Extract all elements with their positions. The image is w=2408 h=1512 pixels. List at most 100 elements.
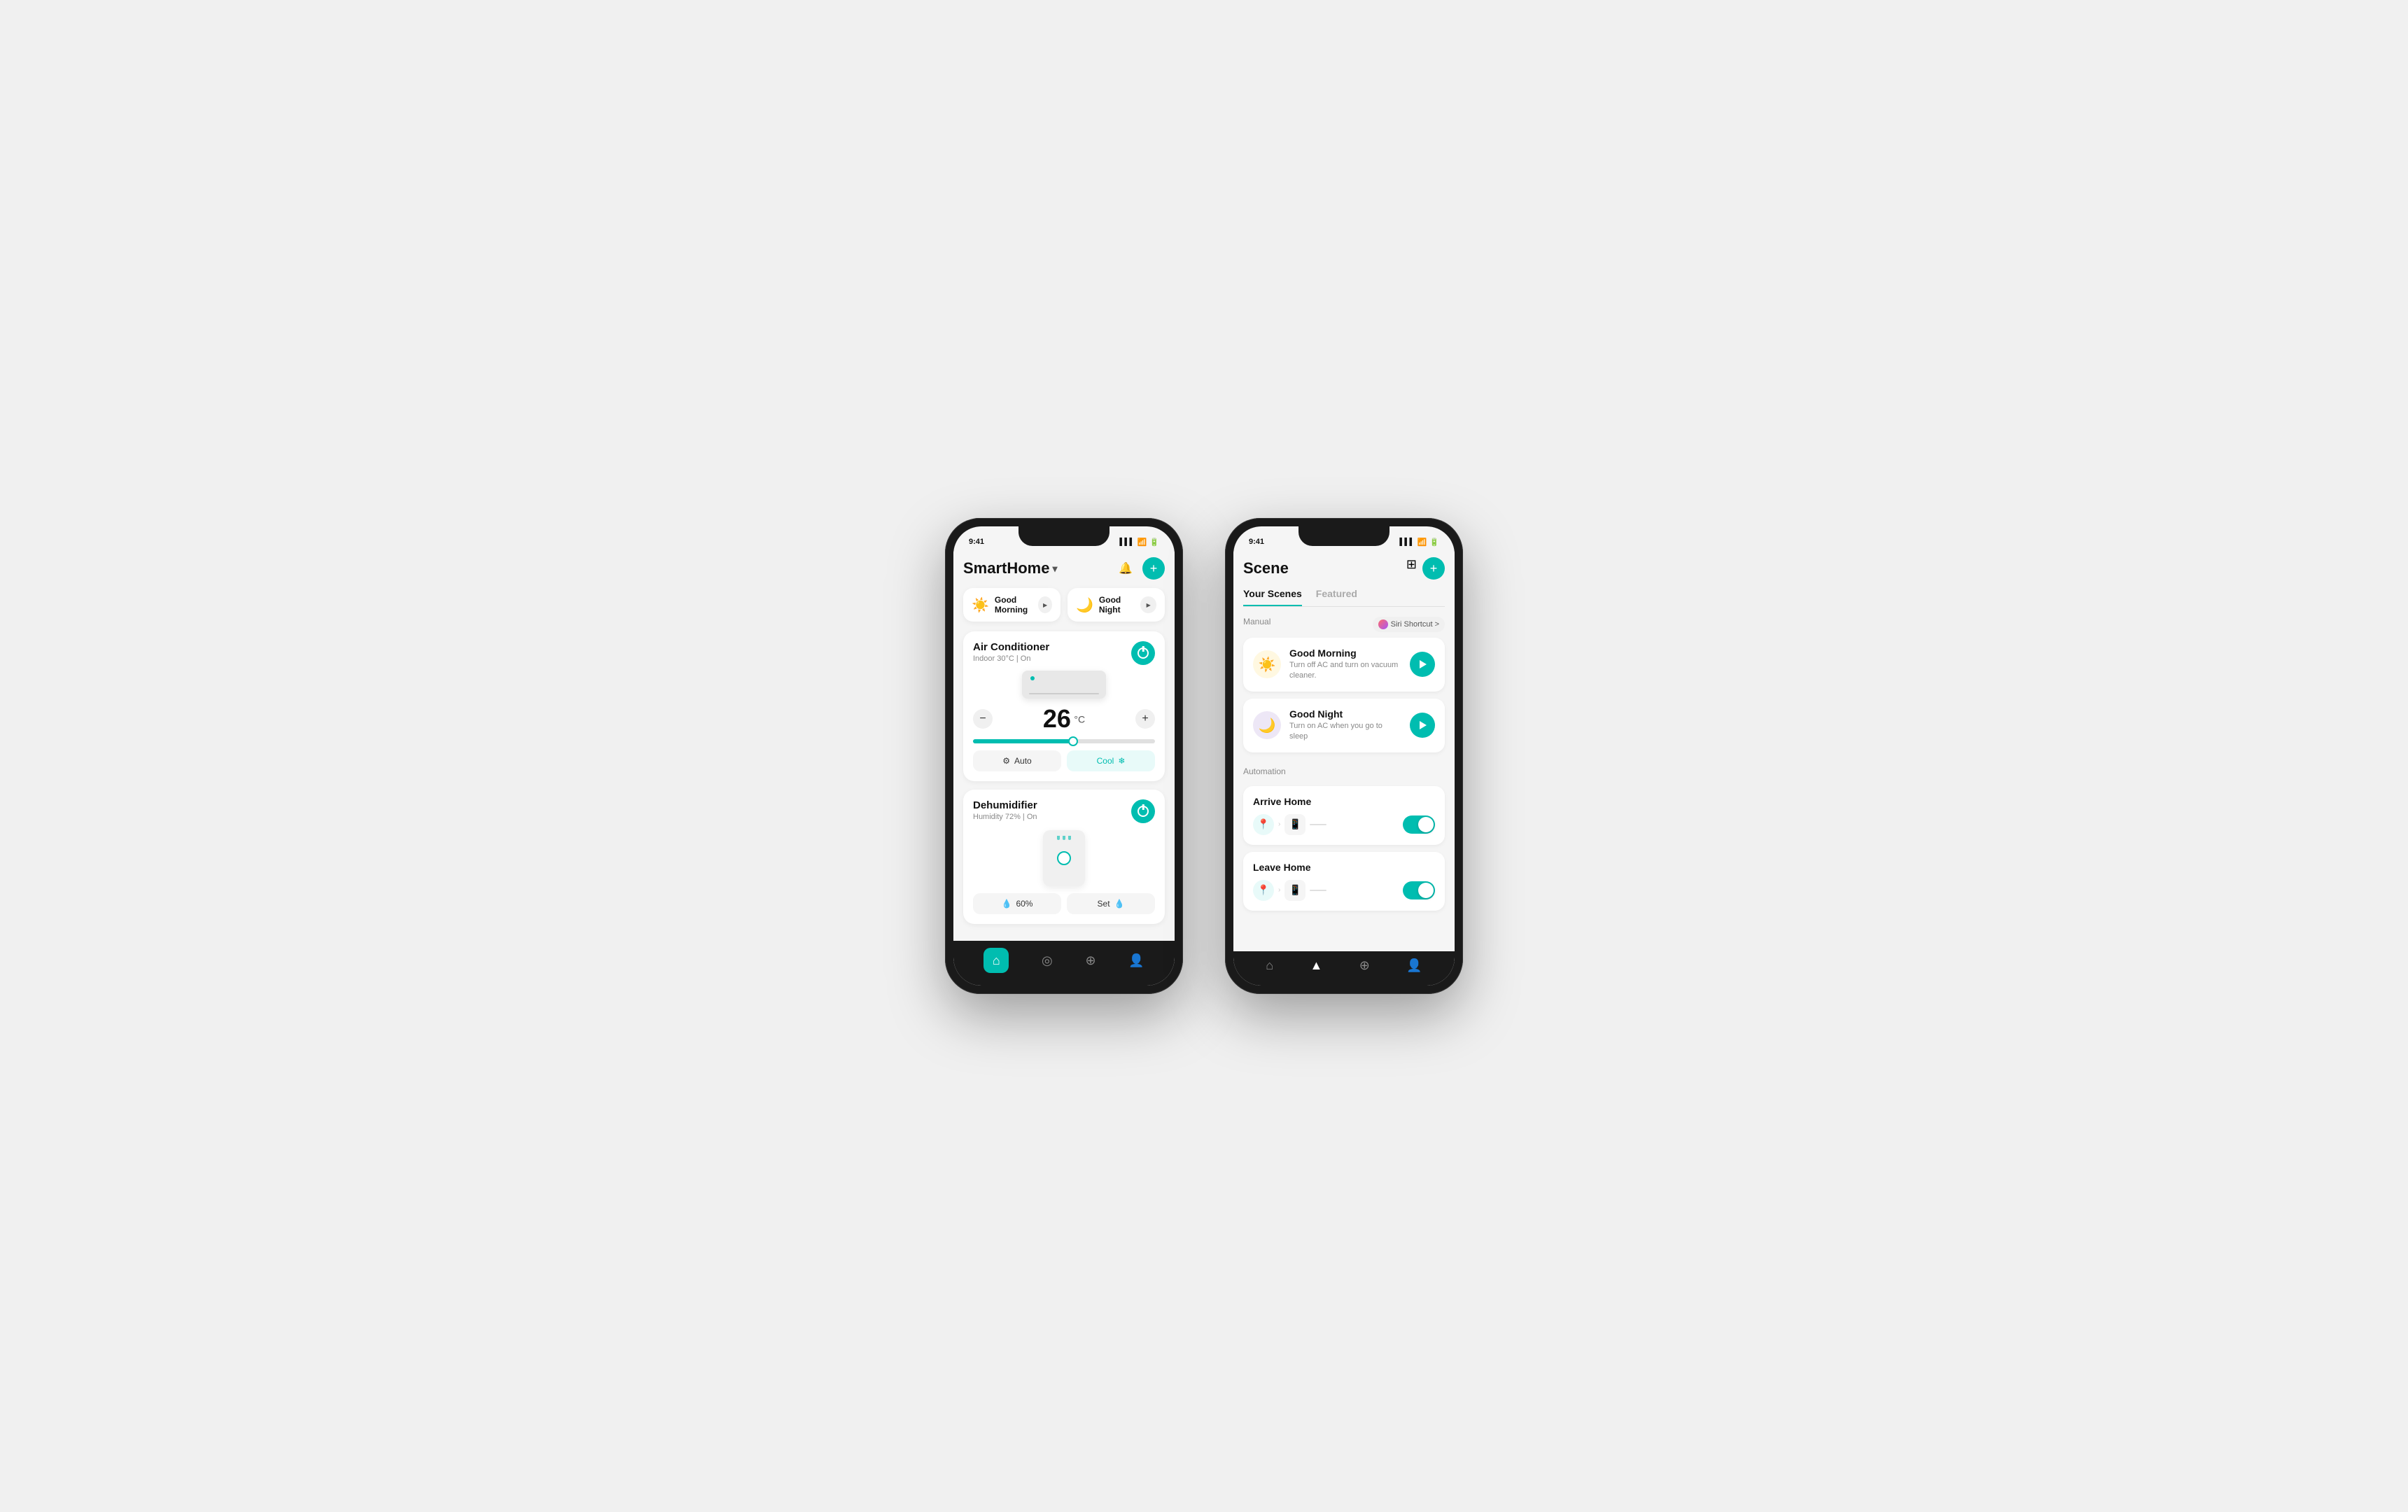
arrive-device-icon: 📱 bbox=[1284, 814, 1306, 835]
tab-profile[interactable]: 👤 bbox=[1128, 953, 1144, 968]
wifi-icon-2: 📶 bbox=[1418, 538, 1427, 547]
drop-2 bbox=[1063, 836, 1065, 840]
scene-card-night[interactable]: 🌙 Good Night ▶ bbox=[1068, 588, 1165, 622]
ac-power-icon bbox=[1138, 648, 1149, 659]
set-label: Set bbox=[1098, 899, 1110, 909]
temp-display: 26 °C bbox=[1043, 704, 1085, 734]
mode-row: ⚙ Auto Cool ❄ bbox=[973, 750, 1155, 771]
mode-cool-btn[interactable]: Cool ❄ bbox=[1067, 750, 1155, 771]
scene-header-icons: ⊞ + bbox=[1406, 557, 1445, 580]
temp-value: 26 bbox=[1043, 704, 1071, 733]
night-emoji: 🌙 bbox=[1076, 596, 1093, 614]
scene-page-header: Scene ⊞ + bbox=[1243, 552, 1445, 588]
morning-title: Good Morning bbox=[1289, 648, 1401, 659]
night-icon-wrap: 🌙 bbox=[1253, 711, 1281, 739]
night-play-scene-btn[interactable] bbox=[1410, 713, 1435, 738]
scene-add-btn[interactable]: + bbox=[1422, 557, 1445, 580]
automation-leave-home: Leave Home 📍 › 📱 bbox=[1243, 852, 1445, 911]
dehum-circle bbox=[1057, 851, 1071, 865]
tab2-compass[interactable]: ⊕ bbox=[1359, 958, 1370, 973]
tab-compass[interactable]: ⊕ bbox=[1085, 953, 1096, 968]
leave-toggle[interactable] bbox=[1403, 881, 1435, 899]
morning-emoji-2: ☀️ bbox=[1259, 656, 1276, 673]
signal-icon-2: ▌▌▌ bbox=[1399, 538, 1414, 546]
tab2-profile[interactable]: 👤 bbox=[1406, 958, 1422, 973]
tab2-home[interactable]: ⌂ bbox=[1266, 958, 1273, 973]
dehum-unit bbox=[1043, 830, 1085, 886]
night-info: Good Night Turn on AC when you go to sle… bbox=[1289, 708, 1401, 743]
app-header: SmartHome ▾ 🔔 + bbox=[963, 552, 1165, 588]
tab2-scene[interactable]: ▲ bbox=[1310, 958, 1323, 973]
battery-icon: 🔋 bbox=[1149, 538, 1159, 547]
battery-icon-2: 🔋 bbox=[1429, 538, 1439, 547]
dehum-image bbox=[973, 830, 1155, 886]
auto-icon: ⚙ bbox=[1002, 756, 1010, 766]
night-desc: Turn on AC when you go to sleep bbox=[1289, 721, 1401, 743]
ac-unit bbox=[1022, 671, 1106, 699]
drop-1 bbox=[1057, 836, 1060, 840]
add-button[interactable]: + bbox=[1142, 557, 1165, 580]
tab-bar-2: ⌂ ▲ ⊕ 👤 bbox=[1233, 951, 1455, 986]
humidity-set-icon: 💧 bbox=[1114, 899, 1125, 909]
humidity-row: 💧 60% Set 💧 bbox=[973, 893, 1155, 914]
dehum-power-icon bbox=[1138, 806, 1149, 817]
humidity-pct-btn[interactable]: 💧 60% bbox=[973, 893, 1061, 914]
ac-image bbox=[973, 671, 1155, 699]
signal-icon: ▌▌▌ bbox=[1119, 538, 1134, 546]
scene-qr-btn[interactable]: ⊞ bbox=[1406, 557, 1417, 580]
dehum-device-card: Dehumidifier Humidity 72% | On bbox=[963, 790, 1165, 924]
night-emoji-2: 🌙 bbox=[1259, 717, 1276, 734]
siri-row: Manual Siri Shortcut > bbox=[1243, 617, 1445, 632]
ac-light bbox=[1030, 676, 1035, 680]
ac-device-name: Air Conditioner bbox=[973, 641, 1049, 653]
arrive-home-flow: 📍 › 📱 bbox=[1253, 814, 1435, 835]
arrive-arrow-1: › bbox=[1278, 820, 1280, 828]
tab-explore[interactable]: ◎ bbox=[1042, 953, 1053, 968]
tab-your-scenes[interactable]: Your Scenes bbox=[1243, 588, 1302, 606]
bell-button[interactable]: 🔔 bbox=[1114, 557, 1137, 580]
night-play-btn[interactable]: ▶ bbox=[1140, 596, 1156, 613]
temp-decrease-btn[interactable]: − bbox=[973, 709, 993, 729]
ac-device-info: Air Conditioner Indoor 30°C | On bbox=[973, 641, 1049, 663]
snowflake-icon: ❄ bbox=[1118, 756, 1125, 766]
scene-item-night[interactable]: 🌙 Good Night Turn on AC when you go to s… bbox=[1243, 699, 1445, 752]
temp-unit: °C bbox=[1074, 714, 1085, 725]
manual-label: Manual bbox=[1243, 617, 1270, 626]
humidity-drop-icon: 💧 bbox=[1002, 899, 1012, 909]
arrive-toggle-thumb bbox=[1418, 817, 1434, 832]
scene-card-morning[interactable]: ☀️ Good Morning ▶ bbox=[963, 588, 1060, 622]
temp-increase-btn[interactable]: + bbox=[1135, 709, 1155, 729]
temp-slider[interactable] bbox=[973, 739, 1155, 743]
dehum-drops bbox=[1057, 836, 1071, 840]
dehum-device-name: Dehumidifier bbox=[973, 799, 1037, 811]
arrive-toggle[interactable] bbox=[1403, 816, 1435, 834]
scene-tabs: Your Scenes Featured bbox=[1243, 588, 1445, 607]
arrive-trigger-icon: 📍 bbox=[1253, 814, 1274, 835]
mode-auto-btn[interactable]: ⚙ Auto bbox=[973, 750, 1061, 771]
humidity-set-btn[interactable]: Set 💧 bbox=[1067, 893, 1155, 914]
morning-play-scene-btn[interactable] bbox=[1410, 652, 1435, 677]
dehum-power-btn[interactable] bbox=[1131, 799, 1155, 823]
siri-shortcut-btn[interactable]: Siri Shortcut > bbox=[1373, 617, 1445, 632]
dropdown-icon[interactable]: ▾ bbox=[1052, 563, 1057, 575]
leave-device-icon: 📱 bbox=[1284, 880, 1306, 901]
tab-featured[interactable]: Featured bbox=[1316, 588, 1357, 606]
morning-play-btn[interactable]: ▶ bbox=[1038, 596, 1052, 613]
leave-toggle-thumb bbox=[1418, 883, 1434, 898]
app-title: SmartHome ▾ bbox=[963, 559, 1058, 578]
tab-home[interactable]: ⌂ bbox=[983, 948, 1009, 973]
cool-label: Cool bbox=[1097, 756, 1114, 766]
scene-item-morning[interactable]: ☀️ Good Morning Turn off AC and turn on … bbox=[1243, 638, 1445, 692]
phone1-content: SmartHome ▾ 🔔 + ☀️ Good Morning ▶ bbox=[953, 552, 1175, 941]
dehum-device-header: Dehumidifier Humidity 72% | On bbox=[973, 799, 1155, 823]
time-1: 9:41 bbox=[969, 538, 984, 546]
phone2-content: Scene ⊞ + Your Scenes Featured Manual Si… bbox=[1233, 552, 1455, 951]
tab-bar-1: ⌂ ◎ ⊕ 👤 bbox=[953, 941, 1175, 986]
siri-icon bbox=[1378, 620, 1388, 629]
temp-slider-thumb bbox=[1068, 736, 1078, 746]
wifi-icon: 📶 bbox=[1138, 538, 1147, 547]
night-play-triangle bbox=[1420, 721, 1427, 729]
leave-arrow-1: › bbox=[1278, 886, 1280, 894]
ac-power-btn[interactable] bbox=[1131, 641, 1155, 665]
leave-home-flow: 📍 › 📱 bbox=[1253, 880, 1435, 901]
